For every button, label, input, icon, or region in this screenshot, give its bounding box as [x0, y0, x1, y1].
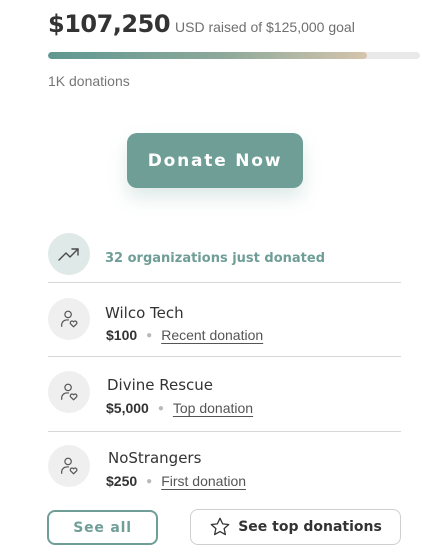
separator-dot: ● [146, 475, 153, 487]
see-top-donations-label: See top donations [238, 519, 382, 535]
donation-amount: $5,000 [106, 400, 149, 416]
progress-fill [48, 52, 368, 59]
donate-now-button[interactable]: Donate Now [127, 133, 303, 188]
donor-name: Divine Rescue [107, 376, 214, 394]
see-top-donations-button[interactable]: See top donations [190, 509, 401, 545]
activity-text: 32 organizations just donated [105, 251, 325, 266]
donor-name: Wilco Tech [105, 304, 184, 322]
donation-amount: $250 [106, 473, 138, 489]
separator-dot: ● [146, 329, 153, 341]
goal-text: USD raised of $125,000 goal [175, 19, 355, 35]
donor-details: $100 ● Recent donation [106, 327, 263, 343]
donor-row: NoStrangers $250 ● First donation [48, 433, 401, 506]
raised-amount: $107,250 [48, 10, 171, 38]
amount-raised: $107,250 USD raised of $125,000 goal [48, 10, 355, 38]
donations-count: 1K donations [48, 73, 130, 89]
donation-tag-link[interactable]: Recent donation [161, 327, 263, 343]
donation-amount: $100 [106, 327, 138, 343]
donor-details: $5,000 ● Top donation [106, 400, 253, 416]
donation-tag-link[interactable]: First donation [161, 473, 246, 489]
donor-details: $250 ● First donation [106, 473, 246, 489]
donor-row: Divine Rescue $5,000 ● Top donation [48, 359, 401, 432]
fundraising-progress-bar [48, 52, 420, 59]
donor-heart-icon [48, 298, 90, 340]
see-all-button[interactable]: See all [47, 510, 158, 545]
donation-tag-link[interactable]: Top donation [173, 400, 253, 416]
donor-heart-icon [48, 371, 90, 413]
star-icon [209, 516, 231, 538]
trending-up-icon [48, 233, 90, 275]
recent-activity: 32 organizations just donated [48, 233, 401, 283]
separator-dot: ● [157, 402, 164, 414]
fundraiser-panel: $107,250 USD raised of $125,000 goal 1K … [0, 0, 422, 552]
donor-heart-icon [48, 445, 90, 487]
donor-row: Wilco Tech $100 ● Recent donation [48, 284, 401, 357]
donor-name: NoStrangers [108, 449, 202, 467]
